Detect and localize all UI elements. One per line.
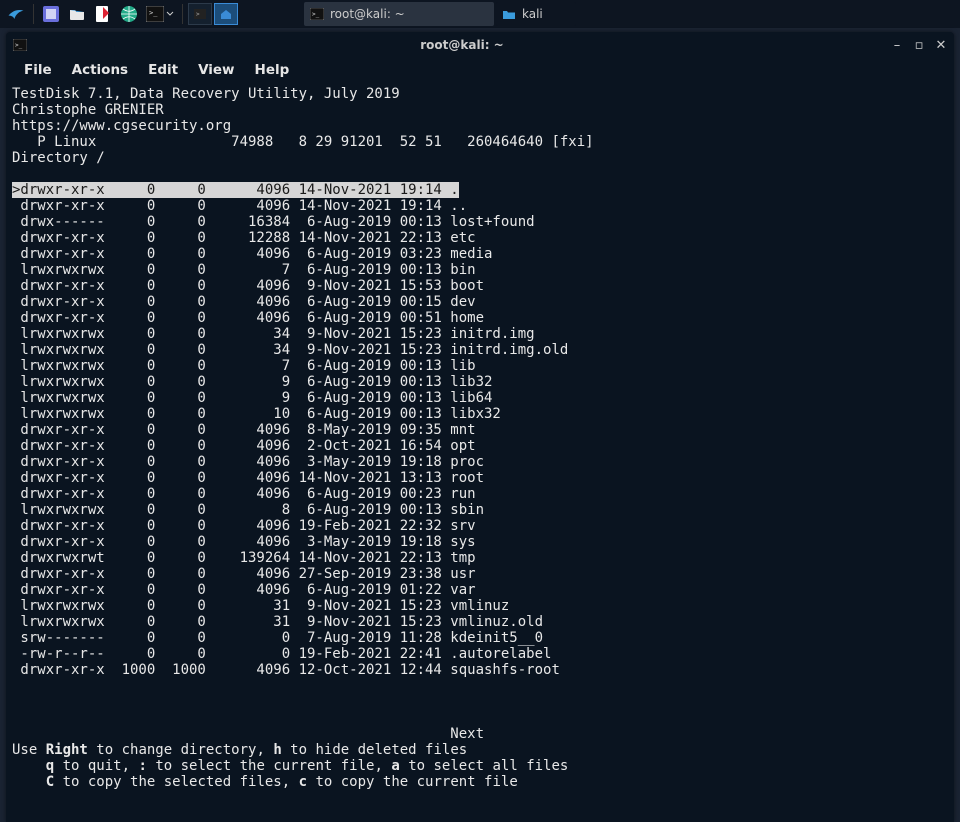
blank-line	[12, 694, 948, 710]
dir-row[interactable]: lrwxrwxrwx 0 0 8 6-Aug-2019 00:13 sbin	[12, 502, 948, 518]
dir-row[interactable]: lrwxrwxrwx 0 0 34 9-Nov-2021 15:23 initr…	[12, 326, 948, 342]
dir-row[interactable]: lrwxrwxrwx 0 0 7 6-Aug-2019 00:13 bin	[12, 262, 948, 278]
task-filemgr[interactable]: kali	[496, 2, 576, 26]
terminal-launcher-icon[interactable]: >_	[143, 2, 177, 26]
dir-row[interactable]: srw------- 0 0 0 7-Aug-2019 11:28 kdeini…	[12, 630, 948, 646]
dir-row[interactable]: drwxr-xr-x 0 0 4096 14-Nov-2021 13:13 ro…	[12, 470, 948, 486]
blank-line	[12, 710, 948, 726]
terminal-window: >_ root@kali: ~ – ▫ ✕ File Actions Edit …	[6, 32, 954, 822]
term-header-line: Directory /	[12, 150, 948, 166]
dir-row[interactable]: drwxrwxrwt 0 0 139264 14-Nov-2021 22:13 …	[12, 550, 948, 566]
workspace-home-icon[interactable]	[214, 3, 238, 25]
dir-row[interactable]: drwxr-xr-x 1000 1000 4096 12-Oct-2021 12…	[12, 662, 948, 678]
dir-row[interactable]: drwxr-xr-x 0 0 4096 3-May-2019 19:18 pro…	[12, 454, 948, 470]
dir-row[interactable]: drwxr-xr-x 0 0 4096 6-Aug-2019 00:23 run	[12, 486, 948, 502]
editor-app-icon[interactable]	[91, 2, 115, 26]
dir-row-selected[interactable]: >drwxr-xr-x 0 0 4096 14-Nov-2021 19:14 .	[12, 182, 948, 198]
dir-row[interactable]: lrwxrwxrwx 0 0 7 6-Aug-2019 00:13 lib	[12, 358, 948, 374]
file-manager-icon[interactable]	[65, 2, 89, 26]
task-terminal[interactable]: >_ root@kali: ~	[304, 2, 494, 26]
taskbar-separator	[33, 4, 34, 24]
help-line: C to copy the selected files, c to copy …	[12, 774, 948, 790]
dir-row[interactable]: lrwxrwxrwx 0 0 31 9-Nov-2021 15:23 vmlin…	[12, 598, 948, 614]
dir-row[interactable]: drwxr-xr-x 0 0 4096 19-Feb-2021 22:32 sr…	[12, 518, 948, 534]
maximize-button[interactable]: ▫	[912, 38, 926, 53]
menu-view[interactable]: View	[190, 60, 242, 80]
dir-row[interactable]: drwxr-xr-x 0 0 12288 14-Nov-2021 22:13 e…	[12, 230, 948, 246]
dir-row[interactable]: drwxr-xr-x 0 0 4096 6-Aug-2019 00:51 hom…	[12, 310, 948, 326]
terminal-icon: >_	[12, 37, 28, 53]
blank-line	[12, 678, 948, 694]
minimize-button[interactable]: –	[890, 38, 904, 53]
dir-row[interactable]: drwxr-xr-x 0 0 4096 6-Aug-2019 01:22 var	[12, 582, 948, 598]
term-header-line: P Linux 74988 8 29 91201 52 51 260464640…	[12, 134, 948, 150]
menu-help[interactable]: Help	[247, 60, 298, 80]
term-header-line: Christophe GRENIER	[12, 102, 948, 118]
dir-row[interactable]: lrwxrwxrwx 0 0 34 9-Nov-2021 15:23 initr…	[12, 342, 948, 358]
close-button[interactable]: ✕	[934, 38, 948, 53]
terminal-content[interactable]: TestDisk 7.1, Data Recovery Utility, Jul…	[6, 82, 954, 822]
dir-row[interactable]: lrwxrwxrwx 0 0 10 6-Aug-2019 00:13 libx3…	[12, 406, 948, 422]
dir-row[interactable]: lrwxrwxrwx 0 0 9 6-Aug-2019 00:13 lib64	[12, 390, 948, 406]
taskbar: >_ > >_ root@kali: ~ kali	[0, 0, 960, 28]
dir-row[interactable]: drwx------ 0 0 16384 6-Aug-2019 00:13 lo…	[12, 214, 948, 230]
dir-row[interactable]: drwxr-xr-x 0 0 4096 2-Oct-2021 16:54 opt	[12, 438, 948, 454]
dir-row[interactable]: drwxr-xr-x 0 0 4096 6-Aug-2019 03:23 med…	[12, 246, 948, 262]
task-label: root@kali: ~	[330, 7, 405, 21]
dir-row[interactable]: drwxr-xr-x 0 0 4096 27-Sep-2019 23:38 us…	[12, 566, 948, 582]
menu-edit[interactable]: Edit	[140, 60, 186, 80]
svg-text:>: >	[196, 11, 200, 18]
menubar: File Actions Edit View Help	[6, 58, 954, 82]
next-label[interactable]: Next	[12, 726, 948, 742]
kali-menu-icon[interactable]	[4, 2, 28, 26]
terminal-icon: >_	[310, 7, 324, 21]
help-line: q to quit, : to select the current file,…	[12, 758, 948, 774]
dir-row[interactable]: lrwxrwxrwx 0 0 9 6-Aug-2019 00:13 lib32	[12, 374, 948, 390]
svg-text:>_: >_	[312, 11, 320, 18]
svg-text:>_: >_	[149, 9, 158, 17]
term-header-line: TestDisk 7.1, Data Recovery Utility, Jul…	[12, 86, 948, 102]
menu-file[interactable]: File	[16, 60, 60, 80]
term-header-line: https://www.cgsecurity.org	[12, 118, 948, 134]
dir-row[interactable]: lrwxrwxrwx 0 0 31 9-Nov-2021 15:23 vmlin…	[12, 614, 948, 630]
browser-app-icon[interactable]	[117, 2, 141, 26]
task-label: kali	[522, 7, 543, 21]
dir-row[interactable]: -rw-r--r-- 0 0 0 19-Feb-2021 22:41 .auto…	[12, 646, 948, 662]
term-header-line	[12, 166, 948, 182]
panel-app-icon[interactable]	[39, 2, 63, 26]
folder-icon	[502, 7, 516, 21]
dir-row[interactable]: drwxr-xr-x 0 0 4096 9-Nov-2021 15:53 boo…	[12, 278, 948, 294]
dir-row[interactable]: drwxr-xr-x 0 0 4096 6-Aug-2019 00:15 dev	[12, 294, 948, 310]
dir-row[interactable]: drwxr-xr-x 0 0 4096 8-May-2019 09:35 mnt	[12, 422, 948, 438]
window-titlebar[interactable]: >_ root@kali: ~ – ▫ ✕	[6, 32, 954, 58]
taskbar-separator	[182, 4, 183, 24]
dir-row[interactable]: drwxr-xr-x 0 0 4096 3-May-2019 19:18 sys	[12, 534, 948, 550]
dir-row[interactable]: drwxr-xr-x 0 0 4096 14-Nov-2021 19:14 ..	[12, 198, 948, 214]
workspace-terminal-icon[interactable]: >	[188, 3, 212, 25]
svg-text:>_: >_	[15, 42, 23, 49]
help-line: Use Right to change directory, h to hide…	[12, 742, 948, 758]
window-title: root@kali: ~	[34, 38, 890, 52]
menu-actions[interactable]: Actions	[64, 60, 136, 80]
